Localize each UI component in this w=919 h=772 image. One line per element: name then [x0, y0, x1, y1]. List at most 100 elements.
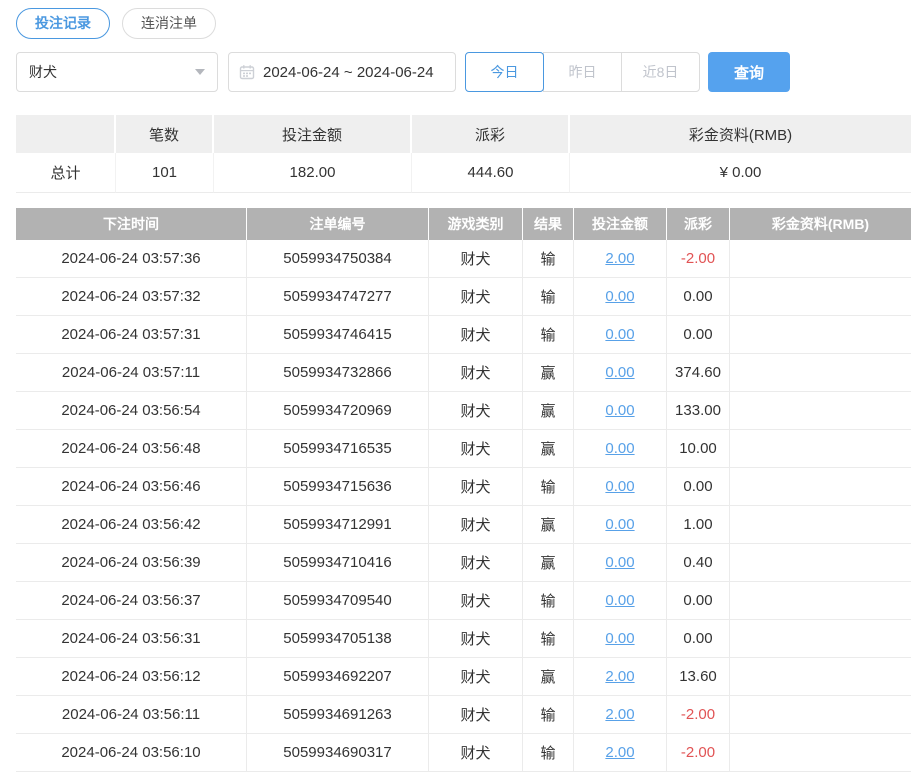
- summary-header-cell: 笔数: [116, 115, 214, 153]
- game-type-cell: 财犬: [429, 316, 523, 354]
- bet-amount-cell: 2.00: [574, 734, 667, 772]
- order-number-cell: 5059934747277: [247, 278, 429, 316]
- bet-amount-link[interactable]: 0.00: [605, 516, 634, 533]
- result-cell: 输: [523, 696, 574, 734]
- payout-cell: 1.00: [667, 506, 730, 544]
- payout-cell: 374.60: [667, 354, 730, 392]
- summary-total-cell: ¥ 0.00: [570, 153, 911, 193]
- summary-total-cell: 182.00: [214, 153, 412, 193]
- game-type-cell: 财犬: [429, 468, 523, 506]
- bet-amount-link[interactable]: 2.00: [605, 250, 634, 267]
- table-row: 2024-06-24 03:56:125059934692207财犬赢2.001…: [16, 658, 911, 696]
- bet-time-cell: 2024-06-24 03:56:48: [16, 430, 247, 468]
- bet-amount-cell: 2.00: [574, 658, 667, 696]
- bet-time-cell: 2024-06-24 03:57:31: [16, 316, 247, 354]
- bet-time-cell: 2024-06-24 03:57:32: [16, 278, 247, 316]
- game-type-cell: 财犬: [429, 506, 523, 544]
- result-cell: 输: [523, 240, 574, 278]
- search-button[interactable]: 查询: [708, 52, 790, 92]
- bet-amount-cell: 0.00: [574, 316, 667, 354]
- calendar-icon: [239, 64, 255, 80]
- table-row: 2024-06-24 03:57:115059934732866财犬赢 0.00 3…: [16, 354, 911, 392]
- bet-time-cell: 2024-06-24 03:56:12: [16, 658, 247, 696]
- bonus-cell: [730, 582, 911, 620]
- bet-amount-link[interactable]: 0.00: [605, 402, 634, 419]
- bonus-cell: [730, 430, 911, 468]
- summary-header-row: 笔数投注金额派彩彩金资料(RMB): [16, 115, 911, 153]
- tabs: 投注记录连消注单: [16, 8, 911, 39]
- game-type-cell: 财犬: [429, 696, 523, 734]
- summary-header-cell: 彩金资料(RMB): [570, 115, 911, 153]
- result-cell: 赢: [523, 506, 574, 544]
- summary-total-cell: 444.60: [412, 153, 570, 193]
- order-number-cell: 5059934709540: [247, 582, 429, 620]
- game-type-cell: 财犬: [429, 544, 523, 582]
- bet-amount-link[interactable]: 2.00: [605, 668, 634, 685]
- bet-amount-link[interactable]: 0.00: [605, 364, 634, 381]
- bet-amount-cell: 0.00: [574, 468, 667, 506]
- table-row: 2024-06-24 03:57:325059934747277财犬输0.000…: [16, 278, 911, 316]
- payout-cell: 0.00: [667, 620, 730, 658]
- bonus-cell: [730, 544, 911, 582]
- game-select[interactable]: 财犬: [16, 52, 218, 92]
- bet-amount-link[interactable]: 2.00: [605, 706, 634, 723]
- bet-time-cell: 2024-06-24 03:57:11: [16, 354, 247, 392]
- order-number-cell: 5059934716535: [247, 430, 429, 468]
- range-button-今日[interactable]: 今日: [465, 52, 544, 92]
- records-header-cell: 派彩: [667, 208, 730, 240]
- bet-amount-link[interactable]: 0.00: [605, 288, 634, 305]
- order-number-cell: 5059934712991: [247, 506, 429, 544]
- date-range-value: 2024-06-24 ~ 2024-06-24: [263, 64, 434, 81]
- records-header-row: 下注时间注单编号游戏类别结果投注金额派彩彩金资料(RMB): [16, 208, 911, 240]
- table-row: 2024-06-24 03:56:485059934716535财犬赢0.001…: [16, 430, 911, 468]
- bet-amount-link[interactable]: 0.00: [605, 630, 634, 647]
- records-header-cell: 游戏类别: [429, 208, 523, 240]
- table-row: 2024-06-24 03:57:365059934750384财犬输2.00-…: [16, 240, 911, 278]
- bet-amount-cell: 0.00: [574, 620, 667, 658]
- bonus-cell: [730, 506, 911, 544]
- payout-cell: 10.00: [667, 430, 730, 468]
- payout-cell: 133.00: [667, 392, 730, 430]
- tab-bet-records[interactable]: 投注记录: [16, 8, 110, 39]
- bet-time-cell: 2024-06-24 03:56:42: [16, 506, 247, 544]
- summary-total-row: 总计101182.00444.60¥ 0.00: [16, 153, 911, 193]
- bet-amount-link[interactable]: 0.00: [605, 592, 634, 609]
- quick-range-buttons: 今日昨日近8日: [465, 52, 700, 92]
- payout-cell: 0.00: [667, 278, 730, 316]
- bonus-cell: [730, 658, 911, 696]
- bet-amount-link[interactable]: 0.00: [605, 478, 634, 495]
- order-number-cell: 5059934732866: [247, 354, 429, 392]
- table-row: 2024-06-24 03:56:545059934720969财犬赢0.001…: [16, 392, 911, 430]
- order-number-cell: 5059934750384: [247, 240, 429, 278]
- game-type-cell: 财犬: [429, 658, 523, 696]
- date-range-input[interactable]: 2024-06-24 ~ 2024-06-24: [228, 52, 456, 92]
- summary-table: 笔数投注金额派彩彩金资料(RMB) 总计101182.00444.60¥ 0.0…: [16, 115, 911, 193]
- result-cell: 赢: [523, 354, 574, 392]
- range-button-近8日[interactable]: 近8日: [621, 52, 700, 92]
- bet-amount-link[interactable]: 0.00: [605, 440, 634, 457]
- bet-time-cell: 2024-06-24 03:56:39: [16, 544, 247, 582]
- bet-amount-cell: 0.00: [574, 278, 667, 316]
- bet-amount-cell: 0.00: [574, 506, 667, 544]
- records-header-cell: 下注时间: [16, 208, 247, 240]
- table-row: 2024-06-24 03:57:315059934746415财犬输0.000…: [16, 316, 911, 354]
- bet-amount-link[interactable]: 2.00: [605, 744, 634, 761]
- table-row: 2024-06-24 03:56:395059934710416财犬赢0.000…: [16, 544, 911, 582]
- tab-cancel-orders[interactable]: 连消注单: [122, 8, 216, 39]
- game-type-cell: 财犬: [429, 354, 523, 392]
- game-type-cell: 财犬: [429, 430, 523, 468]
- payout-cell: -2.00: [667, 734, 730, 772]
- records-header-cell: 投注金额: [574, 208, 667, 240]
- range-button-昨日[interactable]: 昨日: [543, 52, 622, 92]
- table-row: 2024-06-24 03:56:375059934709540财犬输0.000…: [16, 582, 911, 620]
- bet-amount-link[interactable]: 0.00: [605, 554, 634, 571]
- game-select-value: 财犬: [29, 62, 57, 82]
- order-number-cell: 5059934691263: [247, 696, 429, 734]
- bonus-cell: [730, 278, 911, 316]
- bet-amount-cell: 0.00: [574, 392, 667, 430]
- order-number-cell: 5059934705138: [247, 620, 429, 658]
- order-number-cell: 5059934746415: [247, 316, 429, 354]
- bet-amount-link[interactable]: 0.00: [605, 326, 634, 343]
- result-cell: 赢: [523, 392, 574, 430]
- game-type-cell: 财犬: [429, 240, 523, 278]
